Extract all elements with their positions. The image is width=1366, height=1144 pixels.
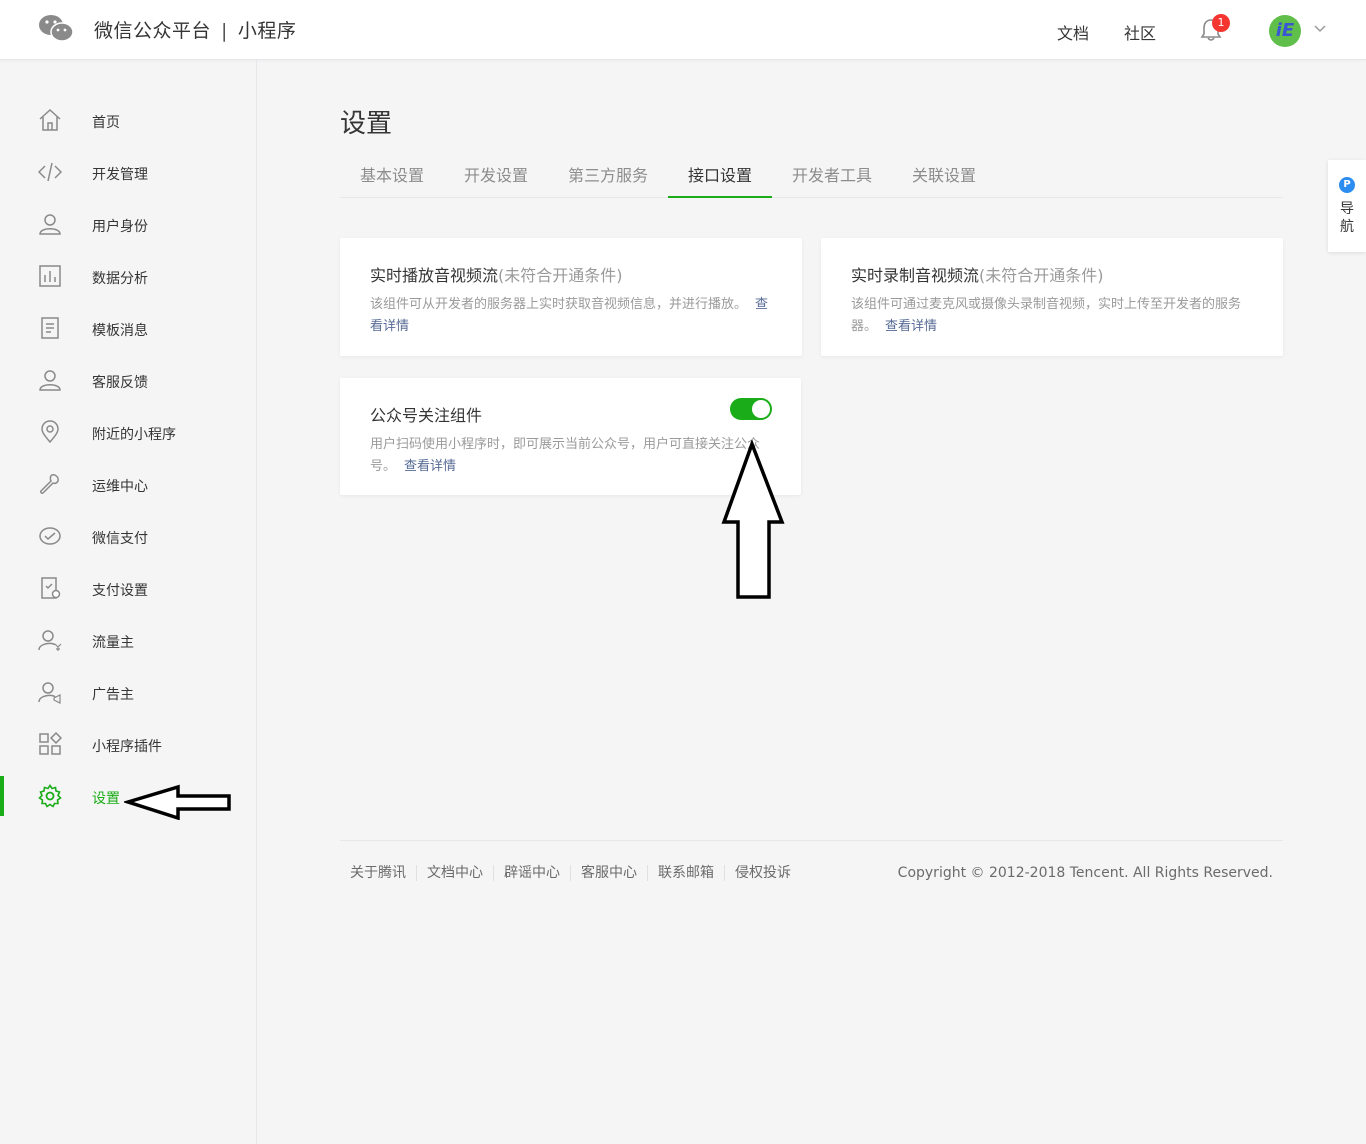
plugin-icon <box>39 732 62 755</box>
sidebar-item-label: 用户身份 <box>92 219 148 235</box>
floating-nav-label: 导 航 <box>1340 200 1354 236</box>
live-player-card: 实时播放音视频流(未符合开通条件) 该组件可从开发者的服务器上实时获取音视频信息… <box>340 238 802 356</box>
brand-product: 小程序 <box>237 20 297 42</box>
sidebar-item-pay-settings[interactable]: 支付设置 <box>0 564 256 616</box>
card-desc: 该组件可从开发者的服务器上实时获取音视频信息，并进行播放。 查看详情 <box>370 294 772 338</box>
notification-badge: 1 <box>1212 14 1230 32</box>
tab-dev-settings[interactable]: 开发设置 <box>444 158 548 198</box>
tab-association[interactable]: 关联设置 <box>892 158 996 198</box>
sidebar-item-plugins[interactable]: 小程序插件 <box>0 720 256 772</box>
sidebar-item-label: 小程序插件 <box>92 739 162 755</box>
sidebar-item-traffic-owner[interactable]: 流量主 <box>0 616 256 668</box>
avatar-text: iE <box>1275 20 1295 41</box>
traffic-owner-icon <box>38 630 62 651</box>
card-title: 实时播放音视频流(未符合开通条件) <box>370 262 623 286</box>
sidebar-item-home[interactable]: 首页 <box>0 96 256 148</box>
view-details-link[interactable]: 查看详情 <box>404 459 456 474</box>
card-title-text: 公众号关注组件 <box>370 406 483 425</box>
document-icon <box>41 317 59 339</box>
tab-dev-tools[interactable]: 开发者工具 <box>772 158 892 198</box>
sidebar-item-label: 支付设置 <box>92 583 148 599</box>
user-icon <box>39 214 61 235</box>
copyright: Copyright © 2012-2018 Tencent. All Right… <box>897 865 1273 881</box>
code-icon <box>38 162 62 182</box>
sidebar-item-template-message[interactable]: 模板消息 <box>0 304 256 356</box>
toggle-knob <box>752 400 770 418</box>
p-badge-icon: P <box>1339 177 1355 193</box>
sidebar-item-nearby[interactable]: 附近的小程序 <box>0 408 256 460</box>
chevron-down-icon[interactable] <box>1313 22 1327 36</box>
card-title-text: 实时播放音视频流 <box>370 266 499 285</box>
sidebar: 首页 开发管理 用户身份 数据分析 模板消息 客服反馈 附近的小程序 运维中心 … <box>0 60 257 1144</box>
card-status: (未符合开通条件) <box>498 266 623 285</box>
sidebar-item-user-identity[interactable]: 用户身份 <box>0 200 256 252</box>
footer-link-complaint[interactable]: 侵权投诉 <box>725 865 801 881</box>
sidebar-item-label: 运维中心 <box>92 479 148 495</box>
footer-link-service[interactable]: 客服中心 <box>571 865 648 881</box>
footer-link-docs[interactable]: 文档中心 <box>417 865 494 881</box>
tab-basic-settings[interactable]: 基本设置 <box>340 158 444 198</box>
sidebar-item-label: 微信支付 <box>92 531 148 547</box>
footer-links: 关于腾讯 文档中心 辟谣中心 客服中心 联系邮箱 侵权投诉 <box>340 865 801 881</box>
card-desc-text: 该组件可从开发者的服务器上实时获取音视频信息，并进行播放。 <box>370 297 748 312</box>
chart-icon <box>39 265 61 287</box>
sidebar-item-label: 模板消息 <box>92 323 148 339</box>
sidebar-item-label: 数据分析 <box>92 271 148 287</box>
card-title: 实时录制音视频流(未符合开通条件) <box>851 262 1104 286</box>
sidebar-item-advertiser[interactable]: 广告主 <box>0 668 256 720</box>
gear-icon <box>38 784 62 808</box>
sidebar-item-data-analysis[interactable]: 数据分析 <box>0 252 256 304</box>
service-icon <box>39 370 61 391</box>
card-desc: 该组件可通过麦克风或摄像头录制音视频，实时上传至开发者的服务器。 查看详情 <box>851 294 1253 338</box>
tab-third-party[interactable]: 第三方服务 <box>548 158 668 198</box>
pay-icon <box>39 527 61 545</box>
community-link[interactable]: 社区 <box>1124 20 1156 44</box>
brand-name: 微信公众平台 <box>94 20 212 42</box>
footer-link-about[interactable]: 关于腾讯 <box>340 865 417 881</box>
floating-nav-button[interactable]: P 导 航 <box>1328 160 1366 252</box>
docs-link[interactable]: 文档 <box>1057 20 1089 44</box>
floating-nav-label-1: 导 <box>1340 201 1354 217</box>
annotation-arrow-up <box>721 440 785 599</box>
floating-nav-label-2: 航 <box>1340 219 1354 235</box>
footer-link-email[interactable]: 联系邮箱 <box>648 865 725 881</box>
pay-settings-icon <box>41 577 61 599</box>
sidebar-item-label: 附近的小程序 <box>92 427 176 443</box>
sidebar-item-label: 流量主 <box>92 635 134 651</box>
home-icon <box>39 108 61 131</box>
footer: 关于腾讯 文档中心 辟谣中心 客服中心 联系邮箱 侵权投诉 Copyright © 201… <box>340 840 1283 910</box>
wechat-logo-icon[interactable] <box>38 14 74 44</box>
top-header: 微信公众平台 | 小程序 文档 社区 1 iE <box>0 0 1366 60</box>
sidebar-item-label: 客服反馈 <box>92 375 148 391</box>
brand-title[interactable]: 微信公众平台 | 小程序 <box>94 16 296 43</box>
sidebar-item-ops-center[interactable]: 运维中心 <box>0 460 256 512</box>
live-pusher-card: 实时录制音视频流(未符合开通条件) 该组件可通过麦克风或摄像头录制音视频，实时上… <box>821 238 1283 356</box>
card-desc: 用户扫码使用小程序时，即可展示当前公众号，用户可直接关注公众号。 查看详情 <box>370 434 771 478</box>
sidebar-item-dev-management[interactable]: 开发管理 <box>0 148 256 200</box>
page-title: 设置 <box>340 109 393 139</box>
sidebar-item-wechat-pay[interactable]: 微信支付 <box>0 512 256 564</box>
card-title-text: 实时录制音视频流 <box>851 266 980 285</box>
brand-separator: | <box>221 20 228 42</box>
advertiser-icon <box>38 682 61 704</box>
tab-interface-settings[interactable]: 接口设置 <box>668 158 772 198</box>
card-status: (未符合开通条件) <box>979 266 1104 285</box>
view-details-link[interactable]: 查看详情 <box>885 319 937 334</box>
sidebar-item-label: 设置 <box>92 791 120 807</box>
sidebar-item-label: 首页 <box>92 115 120 131</box>
avatar[interactable]: iE <box>1269 15 1301 47</box>
footer-link-rumor[interactable]: 辟谣中心 <box>494 865 571 881</box>
sidebar-item-label: 广告主 <box>92 687 134 703</box>
settings-tabs: 基本设置 开发设置 第三方服务 接口设置 开发者工具 关联设置 <box>340 158 1283 198</box>
wrench-icon <box>40 474 59 494</box>
follow-component-toggle[interactable] <box>730 398 772 420</box>
annotation-arrow-left <box>124 784 231 820</box>
location-icon <box>41 420 59 444</box>
sidebar-item-label: 开发管理 <box>92 167 148 183</box>
card-title: 公众号关注组件 <box>370 402 482 426</box>
sidebar-item-customer-feedback[interactable]: 客服反馈 <box>0 356 256 408</box>
